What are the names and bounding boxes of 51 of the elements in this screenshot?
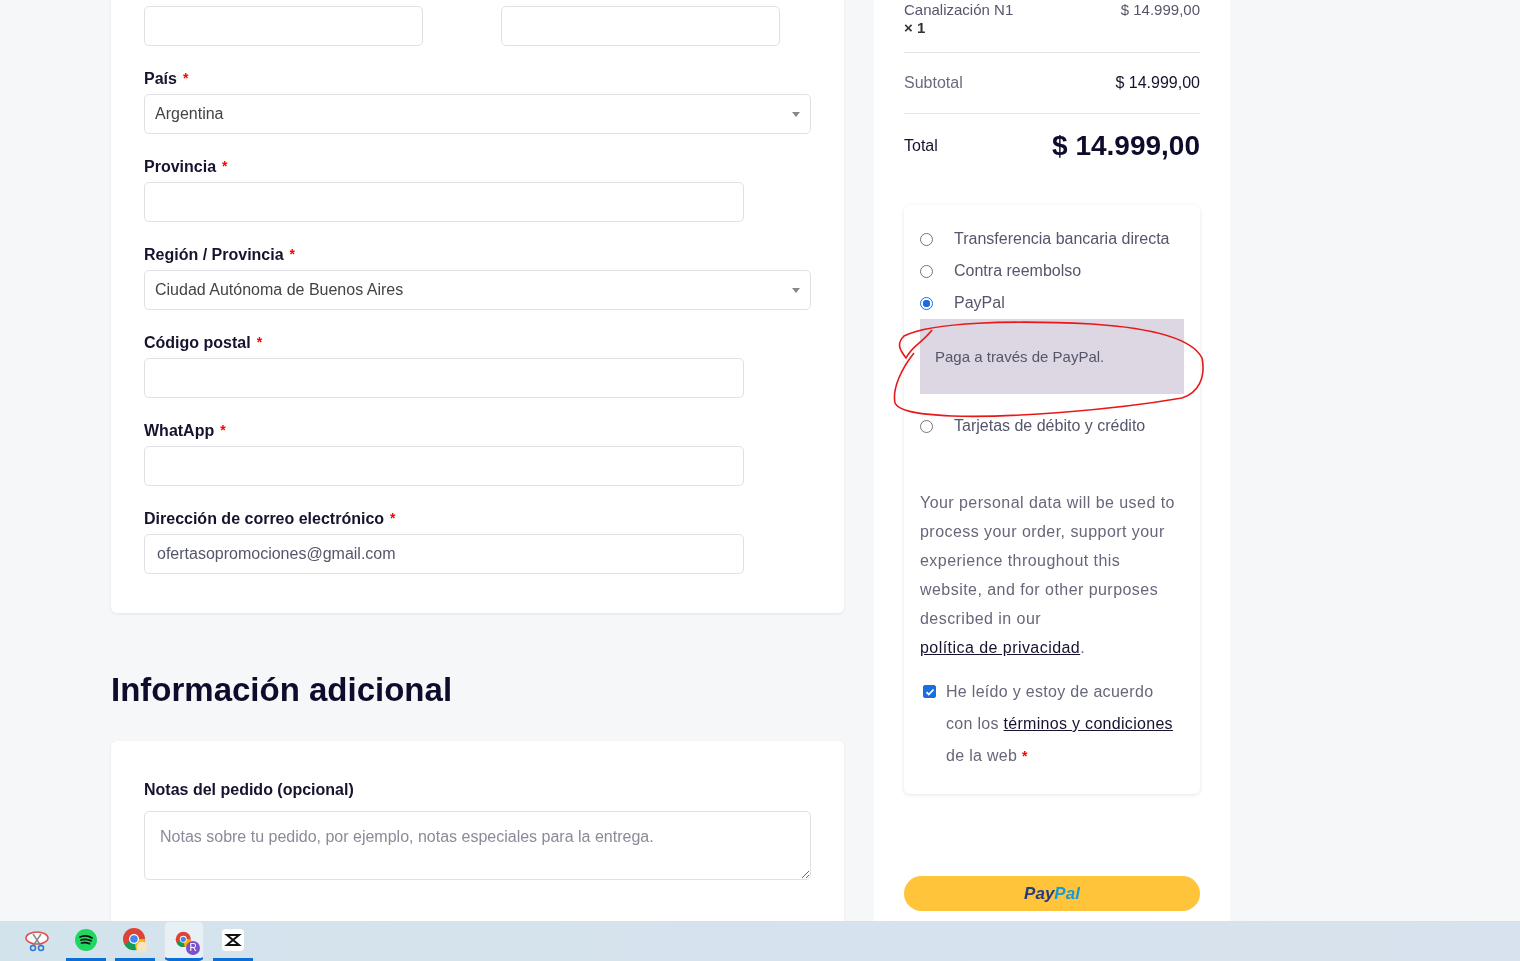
input-field[interactable]: ofertasopromociones@gmail.com [144,534,744,574]
privacy-text: Your personal data will be used to process your order, support your experience throughout this website, and for other purposes described in our política de privacidad. [920,493,1176,658]
privacy-link[interactable]: política de privacidad [920,639,1081,656]
input-field[interactable] [144,358,744,398]
required-mark: * [182,70,189,88]
notes-field[interactable]: Notas sobre tu pedido, por ejemplo, notas especiales para la entrega. [144,811,811,880]
terms-text: He leído y estoy de acuerdo con los términos y condiciones de la web * [946,682,1174,766]
editor-app-icon [222,928,244,951]
terms-link[interactable]: términos y condiciones [1003,715,1173,732]
input-field[interactable] [144,446,744,486]
required-mark: * [1021,748,1028,764]
subtotal-label: Subtotal [904,74,963,92]
total-value: $ 14.999,00 [1052,130,1200,162]
required-mark: * [289,246,296,264]
input-field[interactable] [144,182,744,222]
quantity: × 1 [904,18,927,38]
payment-option[interactable]: PayPal [954,294,1005,312]
payment-description: Paga a través de PayPal. [920,319,1184,394]
taskbar-button[interactable]: R [164,921,204,961]
browser-icon [122,926,148,953]
required-mark: * [390,510,396,528]
select-field[interactable]: Ciudad Autónoma de Buenos Aires [144,270,811,310]
total-label: Total [904,137,938,155]
caret-icon [792,287,800,293]
product-name: Canalización N1 [904,1,1014,18]
select-field[interactable]: Argentina [144,94,811,134]
scissors-icon [25,930,49,952]
checkbox[interactable] [923,685,936,698]
field-label: Provincia [144,158,217,177]
paypal-button[interactable]: PayPal [904,876,1200,911]
required-mark: * [222,158,228,176]
field-label: Región / Provincia [144,246,284,265]
required-mark: * [220,422,226,440]
input-field[interactable] [144,6,423,46]
payment-option[interactable]: Tarjetas de débito y crédito [954,417,1146,435]
radio-button[interactable] [920,296,933,310]
subtotal-value: $ 14.999,00 [1115,74,1200,92]
field-label: WhatApp [144,422,215,441]
payment-option[interactable]: Transferencia bancaria directa [954,230,1170,248]
product-price: $ 14.999,00 [1120,1,1200,18]
input-field[interactable] [501,6,780,46]
field-label: Notas del pedido (opcional) [144,781,355,799]
payment-option[interactable]: Contra reembolso [954,262,1082,280]
field-label: País [144,70,177,89]
field-label: Código postal [144,334,251,353]
caret-icon [792,111,800,117]
required-mark: * [256,334,263,352]
profile-badge: R [186,941,200,955]
music-app-icon [75,928,97,951]
section-heading: Información adicional [111,671,454,709]
field-label: Dirección de correo electrónico [144,510,385,529]
